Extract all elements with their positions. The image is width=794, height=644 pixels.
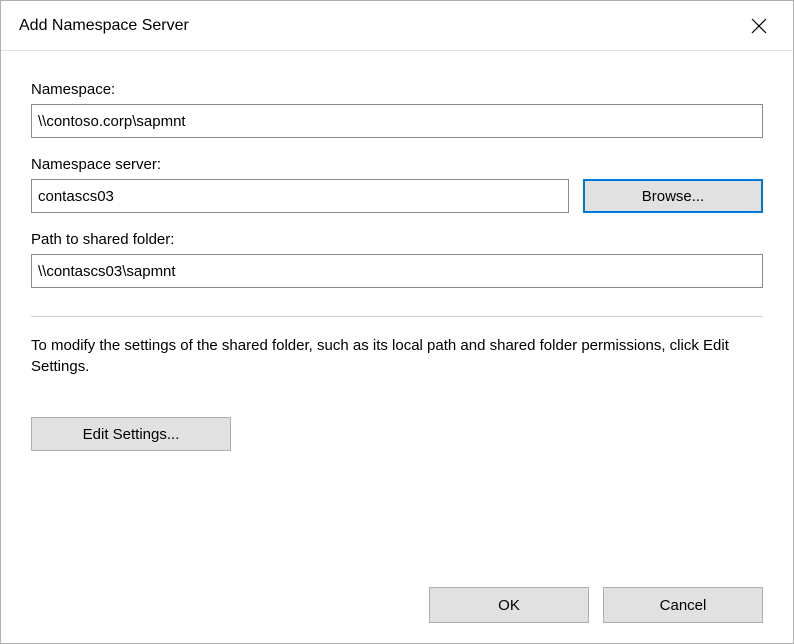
path-value: \\contascs03\sapmnt — [31, 254, 763, 288]
divider — [31, 316, 763, 317]
dialog-window: Add Namespace Server Namespace: \\contos… — [0, 0, 794, 644]
server-label: Namespace server: — [31, 156, 763, 173]
namespace-label: Namespace: — [31, 81, 763, 98]
ok-button[interactable]: OK — [429, 587, 589, 623]
window-title: Add Namespace Server — [19, 17, 189, 35]
close-button[interactable] — [743, 10, 775, 42]
dialog-content: Namespace: \\contoso.corp\sapmnt Namespa… — [1, 51, 793, 643]
footer-buttons: OK Cancel — [31, 567, 763, 623]
spacer — [31, 451, 763, 567]
close-icon — [751, 18, 767, 34]
browse-button[interactable]: Browse... — [583, 179, 763, 213]
cancel-button[interactable]: Cancel — [603, 587, 763, 623]
path-label: Path to shared folder: — [31, 231, 763, 248]
path-group: Path to shared folder: \\contascs03\sapm… — [31, 231, 763, 288]
edit-settings-button[interactable]: Edit Settings... — [31, 417, 231, 451]
server-group: Namespace server: Browse... — [31, 156, 763, 213]
namespace-value: \\contoso.corp\sapmnt — [31, 104, 763, 138]
help-text: To modify the settings of the shared fol… — [31, 335, 763, 377]
server-input[interactable] — [31, 179, 569, 213]
titlebar: Add Namespace Server — [1, 1, 793, 51]
namespace-group: Namespace: \\contoso.corp\sapmnt — [31, 81, 763, 138]
